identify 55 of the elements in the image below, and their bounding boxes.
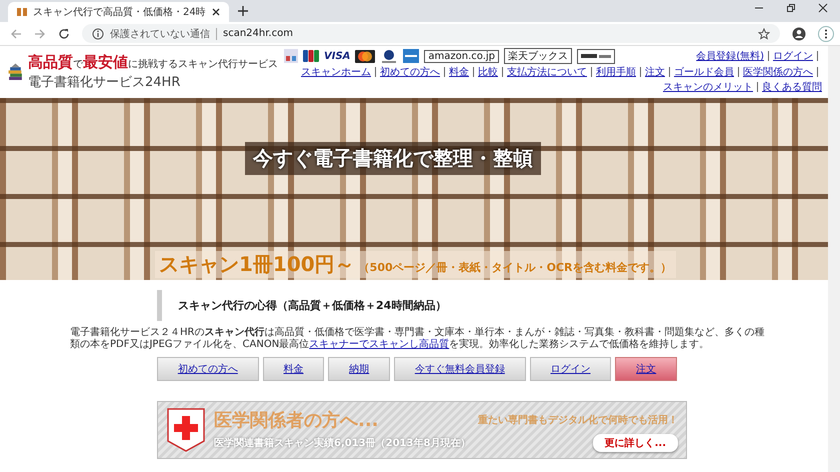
- account-link[interactable]: 会員登録(無料): [696, 49, 764, 63]
- nav-button[interactable]: 料金: [262, 357, 324, 381]
- nav-button[interactable]: 納期: [328, 357, 390, 381]
- intro-paragraph: 電子書籍化サービス２４HRのスキャン代行は高品質・低価格で医学書・専門書・文庫本・単行本・まんが・雑誌・写真集・教科書・問題集など、多くの種類の本をPDF又はJPEGファイル化を、CANON最高位スキャナーでスキャンし高品質を実現。効率化した業務システムで低価格を維持します。: [70, 327, 766, 351]
- store-badge[interactable]: amazon.co.jp: [424, 50, 500, 62]
- restore-icon[interactable]: [786, 3, 796, 13]
- tagline: 高品質で最安値に挑戦するスキャン代行サービス: [28, 53, 278, 72]
- url-text: scan24hr.com: [223, 28, 293, 39]
- nav-link[interactable]: スキャンホーム: [301, 65, 371, 79]
- card-logo-icon: [380, 49, 398, 63]
- star-icon[interactable]: [758, 28, 770, 40]
- address-bar[interactable]: 保護されていない通信 scan24hr.com: [82, 24, 780, 43]
- new-tab-icon[interactable]: [236, 5, 249, 17]
- card-logo-icon: [403, 49, 420, 63]
- scrollbar[interactable]: [828, 46, 840, 472]
- nav-button[interactable]: 今すぐ無料会員登録: [394, 357, 526, 381]
- browser-tab[interactable]: スキャン代行で高品質・低価格・24時: [8, 2, 229, 22]
- price-text: スキャン1冊100円～: [159, 251, 355, 278]
- banner-title: 医学関係者の方へ...: [214, 409, 379, 432]
- nav-link[interactable]: ゴールド会員: [674, 65, 734, 79]
- details-button[interactable]: 更に詳しく...: [592, 434, 678, 452]
- tab-title: スキャン代行で高品質・低価格・24時: [33, 6, 206, 19]
- nav-button[interactable]: ログイン: [530, 357, 612, 381]
- hero-title: 今すぐ電子書籍化で整理・整頓: [245, 142, 541, 175]
- nav-link[interactable]: スキャンのメリット: [663, 80, 753, 94]
- card-logo-icon: [303, 50, 319, 62]
- nav-link[interactable]: 比較: [478, 65, 498, 79]
- nav-button[interactable]: 注文: [615, 357, 678, 381]
- section-heading: スキャン代行の心得（高品質＋低価格＋24時間納品）: [157, 290, 658, 321]
- nav-link[interactable]: 初めての方へ: [380, 65, 440, 79]
- close-icon[interactable]: [818, 3, 828, 13]
- close-icon[interactable]: [210, 7, 221, 17]
- card-logo-icon: [355, 50, 376, 62]
- medical-cross-icon: [166, 407, 206, 453]
- nav-link[interactable]: 料金: [449, 65, 469, 79]
- site-name: 電子書籍化サービス24HR: [28, 74, 182, 91]
- store-badge-icon[interactable]: [577, 48, 616, 64]
- banner-subtitle: 重たい専門書もデジタル化で何時でも活用！: [478, 414, 678, 427]
- nav-link[interactable]: 注文: [645, 65, 665, 79]
- inline-link[interactable]: スキャナーでスキャンし高品質: [309, 339, 450, 350]
- profile-icon[interactable]: [792, 26, 806, 40]
- info-icon: [92, 28, 104, 40]
- nav-button[interactable]: 初めての方へ: [157, 357, 259, 381]
- card-label: VISA: [324, 50, 350, 62]
- price-note: （500ページ／冊・表紙・タイトル・OCRを含む料金です。）: [358, 260, 672, 275]
- account-link[interactable]: ログイン: [773, 49, 813, 63]
- reload-icon[interactable]: [58, 28, 70, 40]
- nav-link[interactable]: 医学関係の方へ: [743, 65, 813, 79]
- menu-icon[interactable]: [818, 26, 834, 42]
- nav-link[interactable]: 支払方法について: [507, 65, 587, 79]
- card-logo-icon: [284, 49, 298, 63]
- store-badge[interactable]: 楽天ブックス: [504, 48, 572, 64]
- nav-link[interactable]: 利用手順: [596, 65, 636, 79]
- security-label: 保護されていない通信: [110, 28, 210, 40]
- nav-link[interactable]: 良くある質問: [762, 80, 822, 94]
